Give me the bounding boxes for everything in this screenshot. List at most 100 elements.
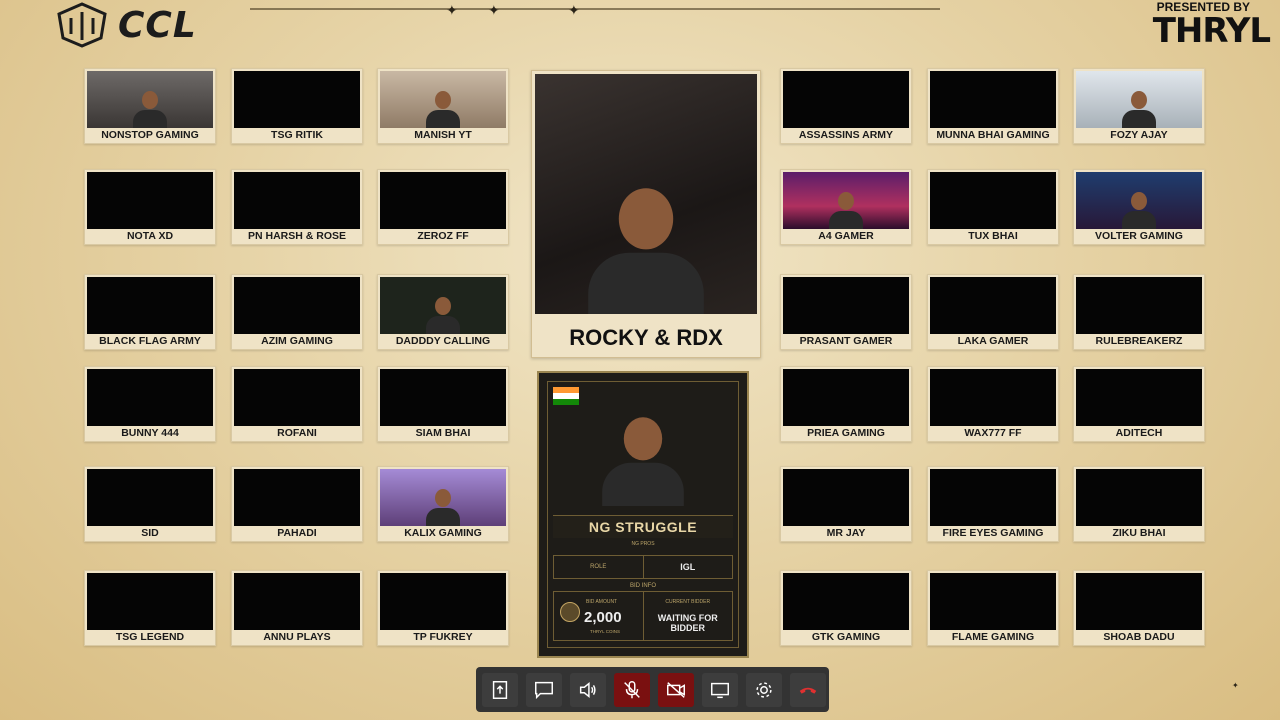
participant-tile[interactable]: PRIEA GAMING [780,366,912,442]
participant-tile[interactable]: TP FUKREY [377,570,509,646]
participant-tile[interactable]: NONSTOP GAMING [84,68,216,144]
participant-video [783,573,909,630]
settings-button[interactable] [746,672,782,707]
participant-video [1076,469,1202,526]
participant-tile[interactable]: ANNU PLAYS [231,570,363,646]
participant-video [380,469,506,526]
participant-tile[interactable]: ZIKU BHAI [1073,466,1205,542]
player-photo [602,417,684,506]
participant-name: GTK GAMING [811,631,881,643]
participant-tile[interactable]: BUNNY 444 [84,366,216,442]
screen-share-button[interactable] [702,672,738,707]
participant-name: ZIKU BHAI [1112,527,1166,539]
participant-tile[interactable]: ROFANI [231,366,363,442]
participant-name: ROFANI [277,427,317,439]
participant-tile[interactable]: NOTA XD [84,169,216,245]
participant-tile[interactable]: ZEROZ FF [377,169,509,245]
participant-tile[interactable]: SID [84,466,216,542]
role-value: IGL [642,556,733,578]
participant-name: KALIX GAMING [404,527,482,539]
participant-name: PAHADI [277,527,317,539]
participant-tile[interactable]: SHOAB DADU [1073,570,1205,646]
participant-tile[interactable]: MANISH YT [377,68,509,144]
bid-amount: 2,000 [584,609,622,626]
participant-video [87,573,213,630]
participant-video [234,71,360,128]
participant-video [930,172,1056,229]
participant-tile[interactable]: BLACK FLAG ARMY [84,274,216,350]
participant-tile[interactable]: MR JAY [780,466,912,542]
bid-info-label: BID INFO [629,583,656,589]
participant-video [783,277,909,334]
participant-video [234,469,360,526]
participant-tile[interactable]: A4 GAMER [780,169,912,245]
participant-tile[interactable]: LAKA GAMER [927,274,1059,350]
participant-video [1076,573,1202,630]
participant-tile[interactable]: SIAM BHAI [377,366,509,442]
participant-name: SIAM BHAI [415,427,471,439]
participant-name: SHOAB DADU [1103,631,1175,643]
participant-tile[interactable]: PAHADI [231,466,363,542]
participant-name: MANISH YT [414,129,472,141]
call-toolbar [476,667,829,712]
participant-video [87,71,213,128]
participant-video [930,469,1056,526]
participant-tile[interactable]: WAX777 FF [927,366,1059,442]
star-decoration: ✦ [568,2,580,18]
chat-button[interactable] [526,672,562,707]
participant-tile[interactable]: DADDDY CALLING [377,274,509,350]
share-button[interactable] [482,672,518,707]
current-bidder-label: CURRENT BIDDER [665,599,711,605]
role-label: ROLE [590,564,607,570]
participant-tile[interactable]: KALIX GAMING [377,466,509,542]
featured-speaker-tile[interactable]: ROCKY & RDX [531,70,761,358]
participant-tile[interactable]: MUNNA BHAI GAMING [927,68,1059,144]
mic-button[interactable] [614,672,650,707]
participant-tile[interactable]: TUX BHAI [927,169,1059,245]
person-silhouette [1122,192,1156,229]
participant-tile[interactable]: TSG LEGEND [84,570,216,646]
participant-name: TSG RITIK [271,129,323,141]
person-silhouette [588,188,704,314]
camera-button[interactable] [658,672,694,707]
participant-tile[interactable]: PRASANT GAMER [780,274,912,350]
participant-name: TSG LEGEND [115,631,185,643]
participant-tile[interactable]: TSG RITIK [231,68,363,144]
participant-tile[interactable]: FOZY AJAY [1073,68,1205,144]
participant-name: ADITECH [1115,427,1163,439]
participant-video [783,71,909,128]
participant-name: NONSTOP GAMING [101,129,199,141]
participant-name: FOZY AJAY [1110,129,1168,141]
participant-video [234,172,360,229]
participant-video [380,369,506,426]
player-name: NG STRUGGLE [553,515,733,538]
player-auction-card: NG STRUGGLE NG PROS ROLE IGL BID INFO BI… [537,371,749,658]
participant-tile[interactable]: RULEBREAKERZ [1073,274,1205,350]
participant-tile[interactable]: VOLTER GAMING [1073,169,1205,245]
participant-tile[interactable]: GTK GAMING [780,570,912,646]
participant-tile[interactable]: AZIM GAMING [231,274,363,350]
participant-name: NOTA XD [126,230,174,242]
current-bidder-section: CURRENT BIDDER WAITING FOR BIDDER [642,592,733,640]
participant-name: PN HARSH & ROSE [247,230,346,242]
participant-tile[interactable]: FIRE EYES GAMING [927,466,1059,542]
end-call-button[interactable] [790,672,826,707]
speaker-button[interactable] [570,672,606,707]
india-flag-icon [553,387,579,405]
participant-video [380,277,506,334]
participant-tile[interactable]: FLAME GAMING [927,570,1059,646]
upload-icon [492,680,508,699]
participant-name: WAX777 FF [964,427,1022,439]
participant-name: TUX BHAI [968,230,1018,242]
speaker-icon [579,681,596,698]
participant-video [930,573,1056,630]
participant-tile[interactable]: ASSASSINS ARMY [780,68,912,144]
participant-tile[interactable]: ADITECH [1073,366,1205,442]
participant-name: ZEROZ FF [417,230,469,242]
participant-name: BLACK FLAG ARMY [99,335,201,347]
participant-tile[interactable]: PN HARSH & ROSE [231,169,363,245]
participant-video [380,573,506,630]
mic-off-icon [624,680,640,698]
person-silhouette [133,91,167,128]
currency-label: THRYL COINS [590,629,621,634]
